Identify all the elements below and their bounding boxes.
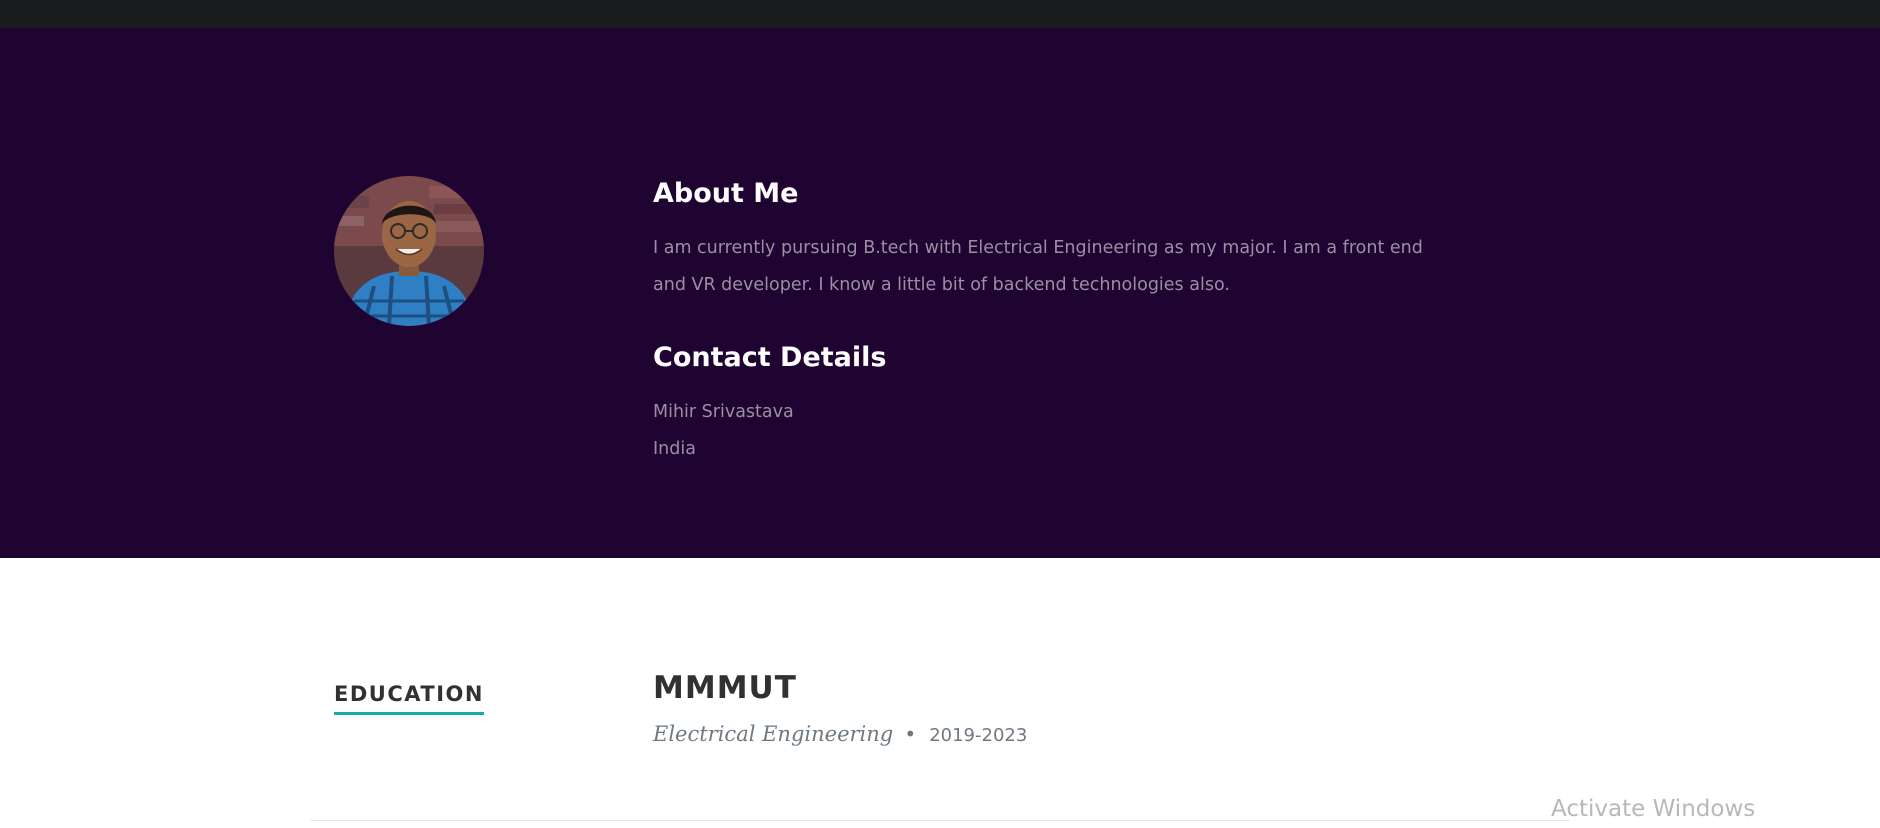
education-info: Electrical Engineering • 2019-2023	[653, 722, 1027, 746]
education-section-label: EDUCATION	[334, 682, 484, 715]
resume-page: About Me I am currently pursuing B.tech …	[0, 0, 1880, 828]
education-bullet: •	[904, 722, 917, 746]
contact-name: Mihir Srivastava	[653, 402, 794, 422]
contact-location: India	[653, 439, 696, 459]
education-years: 2019-2023	[929, 725, 1028, 746]
education-school: MMMUT	[653, 670, 797, 706]
about-heading: About Me	[653, 178, 799, 209]
about-section: About Me I am currently pursuing B.tech …	[0, 28, 1880, 558]
education-degree: Electrical Engineering	[653, 722, 894, 746]
about-content: About Me I am currently pursuing B.tech …	[653, 176, 1453, 468]
top-nav-bar	[0, 0, 1880, 28]
section-divider	[310, 820, 1570, 821]
profile-avatar	[334, 176, 484, 326]
activate-windows-watermark: Activate Windows	[1551, 796, 1756, 822]
profile-photo-icon	[334, 176, 484, 326]
about-description: I am currently pursuing B.tech with Elec…	[653, 238, 1423, 295]
contact-heading: Contact Details	[653, 342, 887, 373]
